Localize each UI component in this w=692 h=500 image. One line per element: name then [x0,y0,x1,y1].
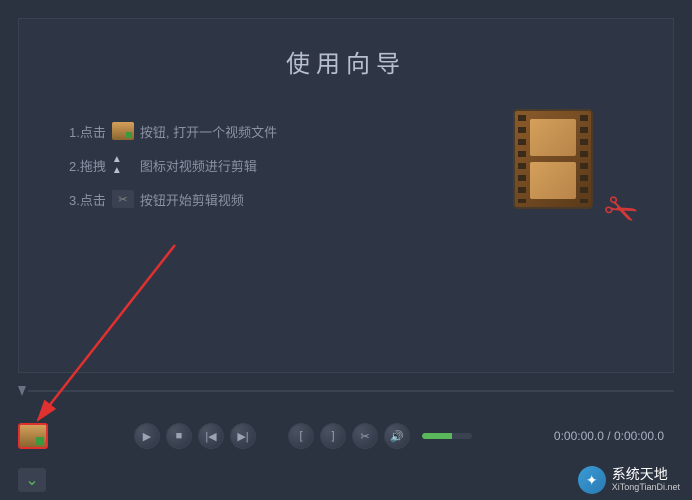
folder-open-icon [112,122,134,140]
step-prefix: 2.拖拽 [69,156,106,175]
time-total: 0:00:00.0 [614,429,664,443]
scissors-icon: ✂ [596,183,646,239]
step-prefix: 3.点击 [69,190,106,209]
step-suffix: 按钮, 打开一个视频文件 [140,122,277,141]
timeline[interactable] [18,380,674,402]
timeline-playhead[interactable] [18,386,26,396]
film-cut-graphic: ✂ [513,109,623,229]
play-button[interactable]: ▶ [134,423,160,449]
time-display: 0:00:00.0 / 0:00:00.0 [554,429,664,443]
watermark-url: XiTongTianDi.net [612,483,680,493]
watermark-logo-icon: ✦ [578,466,606,494]
mark-in-button[interactable]: [ [288,423,314,449]
wizard-panel: 使用向导 1.点击 按钮, 打开一个视频文件 2.拖拽 ▲ ▲ 图标对视频进行剪… [18,18,674,373]
volume-slider[interactable] [422,433,472,439]
film-strip-icon [513,109,593,209]
wizard-title: 使用向导 [69,44,623,79]
cut-icon: ✂ [112,190,134,208]
watermark-brand: 系统天地 [612,467,680,482]
cut-button[interactable]: ✂ [352,423,378,449]
expand-button[interactable]: ⌄ [18,468,46,492]
watermark: ✦ 系统天地 XiTongTianDi.net [578,466,680,494]
prev-button[interactable]: |◀ [198,423,224,449]
mark-out-button[interactable]: ] [320,423,346,449]
trim-arrows-icon: ▲ ▲ [112,156,134,174]
time-current: 0:00:00.0 [554,429,604,443]
step-prefix: 1.点击 [69,122,106,141]
next-button[interactable]: ▶| [230,423,256,449]
timeline-track[interactable] [28,390,674,392]
step-suffix: 图标对视频进行剪辑 [140,156,257,175]
playback-controls: ▶ ■ |◀ ▶| [ ] ✂ 🔊 0:00:00.0 / 0:00:00.0 [18,415,674,457]
chevron-down-icon: ⌄ [25,470,38,490]
open-file-button[interactable] [18,423,48,449]
volume-button[interactable]: 🔊 [384,423,410,449]
step-suffix: 按钮开始剪辑视频 [140,190,244,209]
stop-button[interactable]: ■ [166,423,192,449]
